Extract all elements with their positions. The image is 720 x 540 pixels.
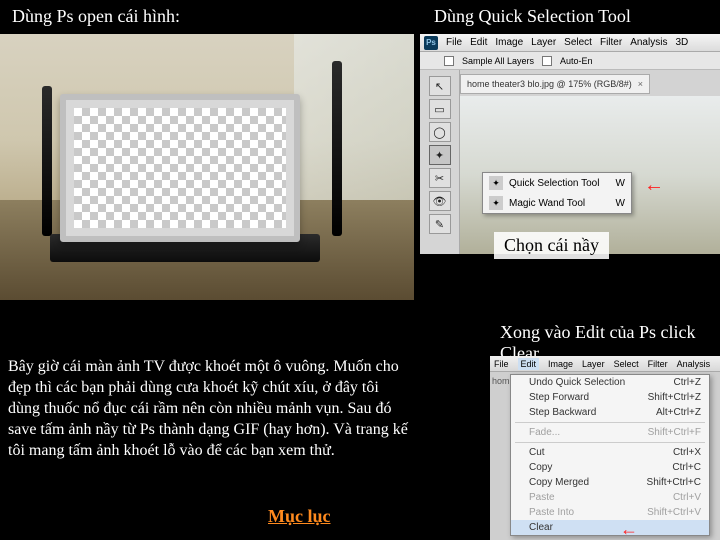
flyout-quick-shortcut: W [616, 178, 625, 189]
ps-options-bar: Sample All Layers Auto-En [420, 52, 720, 70]
menu2-filter[interactable]: Filter [648, 359, 668, 369]
edit-copymerged-shortcut: Shift+Ctrl+C [647, 477, 701, 488]
menu-file[interactable]: File [446, 37, 462, 48]
marquee-tool-icon[interactable]: ▭ [429, 99, 451, 119]
edit-stepback-shortcut: Alt+Ctrl+Z [656, 407, 701, 418]
flyout-magic-wand[interactable]: ✦ Magic Wand Tool W [483, 193, 631, 213]
edit-copy-label: Copy [529, 462, 552, 473]
edit-copy[interactable]: Copy Ctrl+C [511, 460, 709, 475]
edit-fade: Fade... Shift+Ctrl+F [511, 425, 709, 440]
close-icon[interactable]: × [638, 79, 643, 89]
menu-image[interactable]: Image [495, 37, 523, 48]
edit-dropdown-menu: Undo Quick Selection Ctrl+Z Step Forward… [510, 374, 710, 536]
edit-copy-merged[interactable]: Copy Merged Shift+Ctrl+C [511, 475, 709, 490]
edit-paste-into: Paste Into Shift+Ctrl+V [511, 505, 709, 520]
document-tab[interactable]: home theater3 blo.jpg @ 175% (RGB/8#) × [460, 74, 650, 94]
edit-undo-shortcut: Ctrl+Z [674, 377, 702, 388]
edit-clear-label: Clear [529, 522, 553, 533]
heading-quick-selection: Dùng Quick Selection Tool [434, 6, 631, 27]
menu2-edit[interactable]: Edit [518, 358, 540, 370]
menu2-select[interactable]: Select [614, 359, 639, 369]
menu2-file[interactable]: File [494, 359, 509, 369]
ps-menu-items: File Edit Image Layer Select Filter Anal… [440, 37, 688, 48]
label-auto-enhance: Auto-En [560, 56, 593, 66]
menu-3d[interactable]: 3D [675, 37, 688, 48]
edit-copy-shortcut: Ctrl+C [672, 462, 701, 473]
edit-cut-shortcut: Ctrl+X [673, 447, 701, 458]
photo-room-tv-transparent [0, 34, 414, 300]
photoshop-panel: Ps File Edit Image Layer Select Filter A… [420, 34, 720, 254]
flyout-quick-label: Quick Selection Tool [509, 178, 599, 189]
edit-stepback-label: Step Backward [529, 407, 596, 418]
menu-separator-1 [515, 422, 705, 423]
ps-menubar-2: File Edit Image Layer Select Filter Anal… [490, 356, 720, 372]
flyout-magic-label: Magic Wand Tool [509, 198, 585, 209]
edit-paste: Paste Ctrl+V [511, 490, 709, 505]
edit-pasteinto-label: Paste Into [529, 507, 574, 518]
ps-toolbar: ↖ ▭ ◯ ✦ ✂ 👁 ✎ [420, 70, 460, 254]
speaker-left [42, 86, 52, 236]
tv-transparent-checker [74, 108, 286, 228]
edit-step-forward[interactable]: Step Forward Shift+Ctrl+Z [511, 390, 709, 405]
edit-stepfwd-shortcut: Shift+Ctrl+Z [648, 392, 701, 403]
menu-filter[interactable]: Filter [600, 37, 622, 48]
edit-pasteinto-shortcut: Shift+Ctrl+V [647, 507, 701, 518]
menu-separator-2 [515, 442, 705, 443]
ps-menubar: Ps File Edit Image Layer Select Filter A… [420, 34, 720, 52]
crop-tool-icon[interactable]: ✂ [429, 168, 451, 188]
brush-tool-icon[interactable]: ✎ [429, 214, 451, 234]
edit-fade-label: Fade... [529, 427, 560, 438]
instruction-paragraph: Bây giờ cái màn ảnh TV được khoét một ô … [8, 356, 408, 462]
menu-layer[interactable]: Layer [531, 37, 556, 48]
edit-stepfwd-label: Step Forward [529, 392, 589, 403]
flyout-magic-shortcut: W [616, 198, 625, 209]
menu-analysis[interactable]: Analysis [630, 37, 667, 48]
magic-wand-icon: ✦ [489, 196, 503, 210]
room-window [294, 34, 414, 224]
menu2-image[interactable]: Image [548, 359, 573, 369]
quick-selection-tool-icon[interactable]: ✦ [429, 145, 451, 165]
edit-cut-label: Cut [529, 447, 545, 458]
annotation-chon-cai-nay: Chọn cái nầy [494, 232, 609, 259]
menu-select[interactable]: Select [564, 37, 592, 48]
heading-open-image: Dùng Ps open cái hình: [12, 6, 180, 27]
edit-undo[interactable]: Undo Quick Selection Ctrl+Z [511, 375, 709, 390]
menu-edit[interactable]: Edit [470, 37, 487, 48]
photoshop-edit-menu-panel: File Edit Image Layer Select Filter Anal… [490, 356, 720, 540]
eyedropper-tool-icon[interactable]: 👁 [429, 191, 451, 211]
edit-paste-label: Paste [529, 492, 555, 503]
speaker-right [332, 61, 342, 236]
link-muc-luc[interactable]: Mục lục [268, 506, 331, 527]
edit-clear[interactable]: Clear [511, 520, 709, 535]
menu2-layer[interactable]: Layer [582, 359, 605, 369]
tool-flyout-menu: ✦ Quick Selection Tool W ✦ Magic Wand To… [482, 172, 632, 214]
edit-cut[interactable]: Cut Ctrl+X [511, 445, 709, 460]
tv-frame [60, 94, 300, 242]
red-arrow-clear-icon: ← [620, 519, 638, 540]
doc-tab-small: hom [492, 376, 510, 386]
flyout-quick-selection[interactable]: ✦ Quick Selection Tool W [483, 173, 631, 193]
label-sample-all-layers: Sample All Layers [462, 56, 534, 66]
edit-paste-shortcut: Ctrl+V [673, 492, 701, 503]
checkbox-sample-all-layers[interactable] [444, 56, 454, 66]
edit-step-backward[interactable]: Step Backward Alt+Ctrl+Z [511, 405, 709, 420]
quick-selection-icon: ✦ [489, 176, 503, 190]
lasso-tool-icon[interactable]: ◯ [429, 122, 451, 142]
menu2-analysis[interactable]: Analysis [677, 359, 711, 369]
document-tab-label: home theater3 blo.jpg @ 175% (RGB/8#) [467, 79, 632, 89]
photoshop-logo-icon: Ps [424, 36, 438, 50]
edit-fade-shortcut: Shift+Ctrl+F [648, 427, 701, 438]
move-tool-icon[interactable]: ↖ [429, 76, 451, 96]
checkbox-auto-enhance[interactable] [542, 56, 552, 66]
edit-copymerged-label: Copy Merged [529, 477, 589, 488]
edit-undo-label: Undo Quick Selection [529, 377, 625, 388]
red-arrow-icon: ← [644, 174, 664, 197]
